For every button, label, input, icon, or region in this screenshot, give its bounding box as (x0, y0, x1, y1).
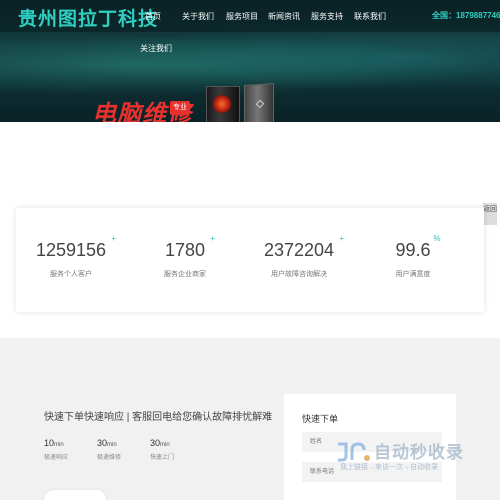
stat-value: 1259156 + (35, 234, 116, 261)
stat-suffix: + (111, 234, 117, 243)
stat-number: 1780 (164, 240, 206, 260)
stat-number: 2372204 (263, 240, 335, 260)
action-button[interactable] (44, 490, 106, 500)
time-value: 30min (150, 438, 170, 448)
stat-issues-resolved: 2372204 + 用户故障咨询解决 (244, 234, 354, 279)
stat-suffix: + (339, 234, 345, 243)
brand-logo-icon (255, 99, 265, 109)
stat-value: 99.6 % (395, 234, 440, 261)
stats-card: 1259156 + 服务个人客户 1780 + 服务企业商家 2372204 +… (16, 208, 484, 312)
pc-case-image (206, 86, 240, 122)
nav-item-follow[interactable]: 关注我们 (140, 43, 172, 54)
promo-badge: 专业 (170, 101, 190, 115)
time-label: 极速维修 (97, 455, 122, 461)
hero-banner: 贵州图拉丁科技 首页 关于我们 服务项目 新闻资讯 服务支持 联系我们 全国：1… (0, 0, 500, 122)
nav-item-support[interactable]: 服务支持 (311, 11, 343, 22)
time-label: 快速上门 (150, 455, 175, 461)
stat-label: 服务企业商家 (164, 271, 206, 278)
hotline-phone: 全国：18798877464 (432, 11, 500, 20)
nav-item-home[interactable]: 首页 (145, 11, 161, 22)
time-label: 极速响应 (44, 455, 69, 461)
nav-item-contact[interactable]: 联系我们 (354, 11, 386, 22)
watermark-subtitle: 我上链接→来访一次→自动收录 (340, 464, 438, 471)
watermark: 自动秒收录 我上链接→来访一次→自动收录 (330, 434, 490, 482)
stat-personal-customers: 1259156 + 服务个人客户 (16, 234, 126, 279)
stat-label: 用户满意度 (395, 271, 431, 278)
section-heading: 快速下单快速响应 | 客服回电给您确认故障排忧解难 (44, 412, 273, 423)
stat-number: 1259156 (35, 240, 107, 260)
onsite-time-item: 30min 快速上门 (150, 438, 174, 461)
nav-item-services[interactable]: 服务项目 (226, 11, 258, 22)
time-value: 10min (44, 438, 64, 448)
nav-item-news[interactable]: 新闻资讯 (268, 11, 300, 22)
stat-enterprise-customers: 1780 + 服务企业商家 (130, 234, 240, 279)
stat-value: 2372204 + (263, 234, 344, 261)
fan-icon (213, 95, 231, 113)
nav-item-about[interactable]: 关于我们 (182, 11, 214, 22)
stat-suffix: % (433, 234, 441, 243)
pc-case-image-2 (244, 82, 274, 122)
time-value: 30min (97, 438, 117, 448)
stat-number: 99.6 (395, 240, 431, 260)
form-title: 快速下单 (302, 414, 339, 424)
side-float-tab[interactable]: 返回 (483, 203, 497, 225)
stat-value: 1780 + (164, 234, 215, 261)
stat-suffix: + (210, 234, 216, 243)
stat-label: 服务个人客户 (50, 271, 92, 278)
watermark-logo-icon (338, 442, 370, 462)
stat-satisfaction: 99.6 % 用户满意度 (358, 234, 468, 279)
response-time-item: 10min 极速响应 (44, 438, 68, 461)
stat-label: 用户故障咨询解决 (271, 271, 327, 278)
watermark-title: 自动秒收录 (374, 443, 464, 463)
site-logo[interactable]: 贵州图拉丁科技 (18, 4, 158, 31)
repair-time-item: 30min 极速维修 (97, 438, 121, 461)
